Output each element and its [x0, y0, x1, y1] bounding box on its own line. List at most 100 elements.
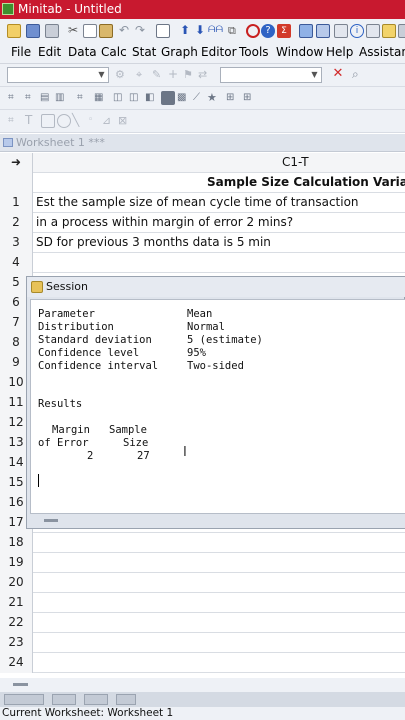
menu-graph[interactable]: Graph — [161, 45, 198, 59]
insert-cell-icon[interactable]: ⌗ — [8, 91, 22, 105]
info-icon[interactable]: i — [350, 24, 364, 38]
menu-stat[interactable]: Stat — [132, 45, 156, 59]
worksheet-window-icon[interactable] — [316, 24, 330, 38]
move-columns-icon[interactable]: ▥ — [55, 91, 69, 105]
cancel-icon[interactable] — [246, 24, 260, 38]
rectangle-tool-icon — [41, 114, 55, 128]
chart-icon-4[interactable] — [161, 91, 175, 105]
graph-editing-toolbar: ▼ ⚙ ⌖ ✎ + ⚑ ⇄ ▼ ✕ ⌕ — [0, 64, 405, 87]
table-row: 4 — [0, 253, 405, 273]
print-icon[interactable] — [45, 24, 59, 38]
find-icon[interactable]: ᗩᗩ — [208, 24, 223, 38]
paste-icon[interactable] — [99, 24, 113, 38]
row-number[interactable]: 24 — [0, 653, 33, 673]
undo-icon[interactable]: ↶ — [119, 24, 133, 38]
row-number[interactable]: 2 — [0, 213, 33, 233]
minitab-app-icon — [2, 3, 14, 15]
minimized-window-tab[interactable] — [116, 694, 136, 705]
row-number[interactable]: 22 — [0, 613, 33, 633]
replace-icon[interactable]: ⧉ — [228, 24, 242, 38]
session-window-icon[interactable] — [299, 24, 313, 38]
worksheet-title-bar[interactable]: Worksheet 1 *** — [0, 134, 405, 152]
menu-assistant[interactable]: Assistant — [359, 45, 405, 59]
worksheet-cell[interactable]: in a process within margin of error 2 mi… — [36, 213, 293, 233]
session-output-pane[interactable]: Parameter Mean Distribution Normal Stand… — [30, 299, 405, 514]
text-cursor — [38, 474, 39, 487]
menu-file[interactable]: File — [11, 45, 31, 59]
menu-window[interactable]: Window — [276, 45, 323, 59]
redo-icon[interactable]: ↷ — [135, 24, 149, 38]
margin-value: 2 — [87, 450, 94, 462]
stat-guide-icon[interactable]: Σ — [277, 24, 291, 38]
chevron-down-icon: ▼ — [311, 70, 318, 79]
chart-icon-2[interactable]: ◫ — [129, 91, 143, 105]
zoom-icon[interactable]: ⌕ — [352, 67, 366, 81]
session-window[interactable]: Session Parameter Mean Distribution Norm… — [26, 276, 405, 529]
size-value: 27 — [137, 450, 150, 462]
report-pad-icon[interactable] — [382, 24, 396, 38]
title-bar: Minitab - Untitled — [0, 0, 405, 19]
copy-icon[interactable] — [83, 24, 97, 38]
row-number[interactable]: 18 — [0, 533, 33, 553]
layout-icon-2[interactable]: ⊞ — [243, 91, 257, 105]
row-number[interactable]: 19 — [0, 553, 33, 573]
crosshair-icon: + — [168, 67, 179, 81]
row-number[interactable]: 20 — [0, 573, 33, 593]
session-caption-bar[interactable]: Session — [27, 277, 405, 297]
column-id-label[interactable]: C1-T — [282, 153, 309, 173]
margin-header-line2: of Error — [38, 437, 89, 449]
menu-edit[interactable]: Edit — [38, 45, 61, 59]
table-row: 22 — [0, 613, 405, 633]
menu-data[interactable]: Data — [68, 45, 97, 59]
row-number[interactable]: 21 — [0, 593, 33, 613]
line-tool-icon: ╲ — [72, 113, 80, 127]
brush-worksheet-icon[interactable]: ⌗ — [77, 91, 91, 105]
project-manager-icon[interactable] — [398, 24, 405, 38]
table-row: 18 — [0, 533, 405, 553]
worksheet-cell[interactable]: Est the sample size of mean cycle time o… — [36, 193, 359, 213]
chart-icon-1[interactable]: ◫ — [113, 91, 127, 105]
open-icon[interactable] — [7, 24, 21, 38]
column-name-label[interactable]: Sample Size Calculation Variabl — [207, 173, 405, 193]
row-number[interactable]: 4 — [0, 253, 33, 273]
delete-x-icon[interactable]: ✕ — [331, 67, 345, 81]
menu-help[interactable]: Help — [326, 45, 353, 59]
param-label: Confidence level — [38, 347, 140, 359]
grid-icon[interactable]: ▦ — [94, 91, 108, 105]
chart-icon-6[interactable]: ⟋ — [193, 91, 207, 105]
arrow-down-icon[interactable]: ⬇ — [193, 24, 207, 38]
row-number[interactable]: 23 — [0, 633, 33, 653]
history-icon[interactable] — [366, 24, 380, 38]
minimized-window-tab[interactable] — [4, 694, 44, 705]
arrow-up-icon[interactable]: ⬆ — [178, 24, 192, 38]
chart-icon-3[interactable]: ◧ — [145, 91, 159, 105]
worksheet-cell[interactable]: SD for previous 3 months data is 5 min — [36, 233, 271, 253]
row-number[interactable]: 1 — [0, 193, 33, 213]
insert-row-icon[interactable]: ⌗ — [25, 91, 39, 105]
menu-calc[interactable]: Calc — [101, 45, 127, 59]
layout-icon-1[interactable]: ⊞ — [226, 91, 240, 105]
chart-icon-5[interactable]: ▩ — [177, 91, 191, 105]
menu-editor[interactable]: Editor — [201, 45, 237, 59]
minimized-window-tab[interactable] — [52, 694, 76, 705]
help-icon[interactable]: ? — [261, 24, 275, 38]
graph-item-combo[interactable]: ▼ — [7, 67, 109, 83]
row-number[interactable]: 3 — [0, 233, 33, 253]
session-scrollbar[interactable] — [27, 514, 405, 528]
graph-attribute-combo[interactable]: ▼ — [220, 67, 322, 83]
row-header-arrow[interactable]: ➜ — [0, 153, 33, 173]
edit-last-dialog-icon[interactable] — [156, 24, 170, 38]
graph-window-icon[interactable] — [334, 24, 348, 38]
marker-tool-icon: ◦ — [88, 115, 94, 125]
star-icon[interactable]: ★ — [207, 91, 221, 105]
param-label: Standard deviation — [38, 334, 152, 346]
cut-icon[interactable]: ✂ — [66, 24, 80, 38]
minimized-windows-bar — [0, 692, 405, 707]
insert-column-icon[interactable]: ▤ — [40, 91, 54, 105]
worksheet-hscroll[interactable] — [0, 678, 405, 692]
hscroll-thumb[interactable] — [13, 683, 28, 686]
minimized-window-tab[interactable] — [84, 694, 108, 705]
scroll-thumb[interactable] — [44, 519, 58, 522]
menu-tools[interactable]: Tools — [239, 45, 269, 59]
save-icon[interactable] — [26, 24, 40, 38]
